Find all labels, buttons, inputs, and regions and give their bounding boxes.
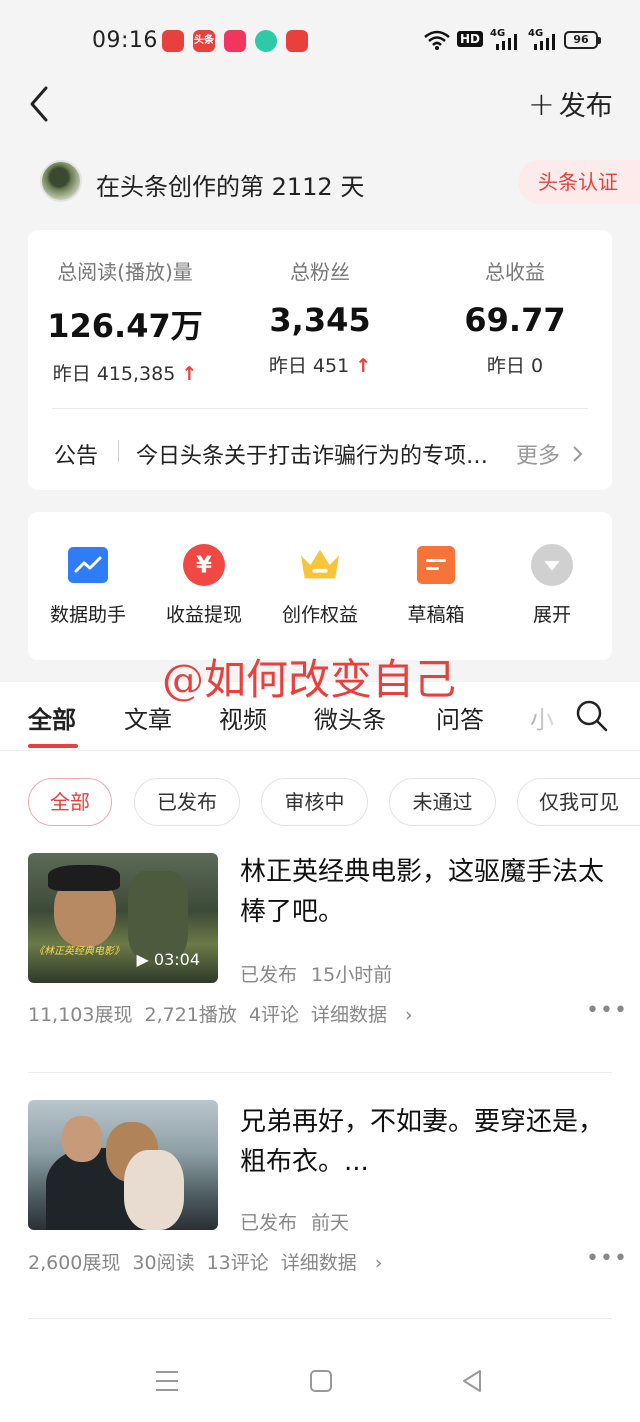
chat-notification-icon [255, 30, 277, 52]
menu-button[interactable] [152, 1366, 182, 1396]
arrow-up-icon: ↑ [355, 355, 372, 377]
filter-reviewing[interactable]: 审核中 [261, 778, 368, 826]
tab-all[interactable]: 全部 [28, 700, 76, 735]
yuan-icon: ¥ [183, 544, 225, 586]
video-notification-icon [286, 30, 308, 52]
chevron-right-icon: › [405, 1004, 413, 1026]
chevron-right-icon [573, 446, 583, 462]
chevron-right-icon: › [374, 1252, 383, 1274]
plus-icon: + [528, 85, 555, 123]
battery-icon: 96 [564, 31, 601, 49]
wifi-icon [424, 30, 450, 50]
publish-button[interactable]: + 发布 [528, 84, 613, 123]
earnings-withdraw-button[interactable]: ¥ 收益提现 [144, 544, 264, 627]
arrow-up-icon: ↑ [181, 363, 198, 385]
divider [52, 408, 588, 409]
app-notification-icon [162, 30, 184, 52]
hd-badge: HD [457, 31, 484, 47]
article-stats: 11,103展现 2,721播放 4评论 详细数据 › [28, 1004, 413, 1026]
creator-rights-button[interactable]: 创作权益 [260, 544, 380, 627]
filter-private[interactable]: 仅我可见 [517, 778, 640, 826]
menu-icon [156, 1371, 178, 1391]
signal-icon [496, 34, 517, 50]
stat-value: 3,345 [269, 301, 371, 339]
thumbnail-caption: 《林正英经典电影》 [34, 946, 124, 957]
divider [28, 1318, 612, 1319]
drafts-button[interactable]: 草稿箱 [376, 544, 496, 627]
stat-value: 126.47万 [47, 307, 203, 345]
search-button[interactable] [572, 696, 612, 736]
signal-icon [534, 34, 555, 50]
notice-label: 公告 [54, 444, 99, 469]
tool-label: 数据助手 [49, 604, 126, 626]
svg-text:¥: ¥ [196, 553, 212, 579]
article-meta: 已发布 15小时前 [240, 964, 393, 986]
triangle-back-icon [463, 1370, 481, 1392]
article-meta: 已发布 前天 [240, 1212, 350, 1234]
watermark-text: @如何改变自己 [162, 655, 457, 704]
stat-total-earnings[interactable]: 总收益 69.77 昨日 0 [420, 256, 610, 378]
notice-more-link[interactable]: 更多 [516, 438, 585, 470]
stat-yesterday: 昨日 0 [486, 355, 544, 377]
tool-label: 创作权益 [281, 604, 358, 626]
stat-value: 69.77 [464, 301, 566, 339]
chevron-down-icon [531, 544, 573, 586]
data-assistant-button[interactable]: 数据助手 [28, 544, 148, 627]
article-title[interactable]: 兄弟再好，不如妻。要穿还是，粗布衣。... [240, 1102, 610, 1182]
article-thumbnail[interactable] [28, 1100, 218, 1230]
divider [0, 750, 640, 751]
back-button[interactable] [24, 82, 64, 126]
play-icon: ▶ [136, 950, 149, 969]
more-options-button[interactable]: ••• [586, 1246, 628, 1271]
search-icon [576, 700, 608, 732]
draft-icon [415, 544, 457, 586]
stat-label: 总阅读(播放)量 [57, 260, 193, 284]
filter-published[interactable]: 已发布 [134, 778, 240, 826]
more-options-button[interactable]: ••• [586, 998, 628, 1023]
article-thumbnail[interactable]: 《林正英经典电影》 ▶ 03:04 [28, 853, 218, 983]
tool-label: 草稿箱 [407, 604, 465, 626]
stat-yesterday: 昨日 415,385 ↑ [52, 363, 198, 385]
notice-text-link[interactable]: 今日头条关于打击诈骗行为的专项治理公告 [136, 438, 496, 470]
expand-button[interactable]: 展开 [492, 544, 612, 627]
avatar[interactable] [40, 160, 82, 202]
crown-icon [299, 544, 341, 586]
chart-icon [67, 544, 109, 586]
tool-label: 展开 [532, 604, 571, 626]
detail-data-link[interactable]: 详细数据 › [311, 1004, 413, 1026]
detail-data-link[interactable]: 详细数据 › [281, 1252, 383, 1274]
nav-back-button[interactable] [458, 1366, 488, 1396]
stat-total-fans[interactable]: 总粉丝 3,345 昨日 451 ↑ [225, 256, 415, 378]
creation-days-text: 在头条创作的第 2112 天 [96, 173, 365, 201]
stat-total-reads[interactable]: 总阅读(播放)量 126.47万 昨日 415,385 ↑ [30, 256, 220, 386]
tab-fade [520, 690, 570, 740]
divider [118, 440, 119, 462]
publish-label: 发布 [558, 91, 613, 122]
article-title[interactable]: 林正英经典电影，这驱魔手法太棒了吧。 [240, 852, 610, 932]
toutiao-cert-button[interactable]: 头条认证 [518, 160, 640, 204]
video-duration: ▶ 03:04 [136, 950, 200, 969]
filter-all[interactable]: 全部 [28, 778, 112, 826]
home-icon [310, 1370, 332, 1392]
app-notification-icon [224, 30, 246, 52]
filter-rejected[interactable]: 未通过 [389, 778, 496, 826]
tool-label: 收益提现 [165, 604, 242, 626]
stat-yesterday: 昨日 451 ↑ [268, 355, 372, 377]
home-button[interactable] [306, 1366, 336, 1396]
article-stats: 2,600展现 30阅读 13评论 详细数据 › [28, 1252, 383, 1274]
stat-label: 总粉丝 [290, 260, 350, 284]
stat-label: 总收益 [485, 260, 545, 284]
status-time: 09:16 [92, 28, 158, 53]
active-tab-indicator [28, 744, 78, 748]
chevron-left-icon [30, 86, 48, 122]
toutiao-notification-icon: 头条 [193, 30, 215, 52]
divider [28, 1072, 612, 1073]
